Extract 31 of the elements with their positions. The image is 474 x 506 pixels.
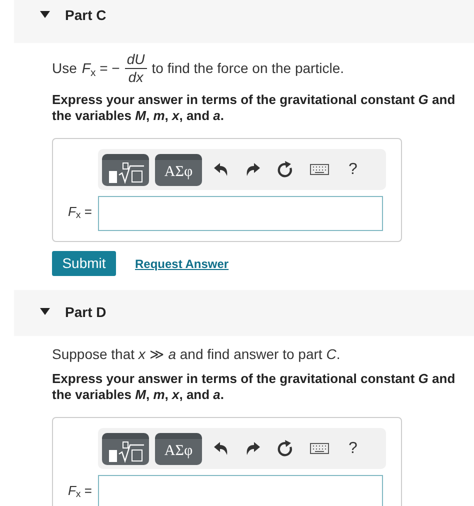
answer-field[interactable]	[98, 196, 383, 231]
templates-icon	[106, 440, 144, 462]
reset-icon	[277, 440, 293, 457]
part-title: Part D	[65, 303, 106, 322]
symbols-button[interactable]: ΑΣφ	[155, 432, 202, 464]
undo-icon	[214, 442, 228, 455]
undo-icon	[214, 163, 228, 176]
caret-icon[interactable]	[40, 11, 50, 18]
submit-button[interactable]: Submit	[52, 251, 116, 276]
intro-text: Suppose that x ≫ a and find answer to part C.	[52, 345, 342, 364]
symbols-button[interactable]: ΑΣφ	[155, 154, 202, 186]
instruction-text: Express your answer in terms of the gravitational constant G and the variables M, m, x, and a.	[52, 92, 456, 124]
part-header[interactable]: Part C	[14, 0, 474, 43]
answer-label: F$_{x}$ =	[66, 203, 93, 222]
instruction-text: Express your answer in terms of the gravitational constant G and the variables M, m, x, and a.	[52, 371, 456, 403]
templates-button[interactable]	[102, 154, 149, 186]
part-title: Part C	[65, 6, 106, 25]
part-header[interactable]: Part D	[14, 290, 474, 336]
templates-button[interactable]	[102, 432, 149, 464]
reset-icon	[277, 161, 293, 178]
caret-icon[interactable]	[40, 308, 50, 315]
help-button[interactable]: ?	[340, 154, 366, 186]
redo-icon	[246, 442, 260, 455]
redo-icon	[246, 163, 260, 176]
help-button[interactable]: ?	[340, 432, 366, 464]
answer-field[interactable]	[98, 475, 383, 506]
keyboard-icon	[310, 164, 328, 175]
keyboard-icon	[310, 443, 328, 454]
templates-icon	[106, 162, 144, 184]
answer-label: F$_{x}$ =	[66, 482, 93, 500]
request-answer-link[interactable]: Request Answer	[135, 254, 229, 272]
